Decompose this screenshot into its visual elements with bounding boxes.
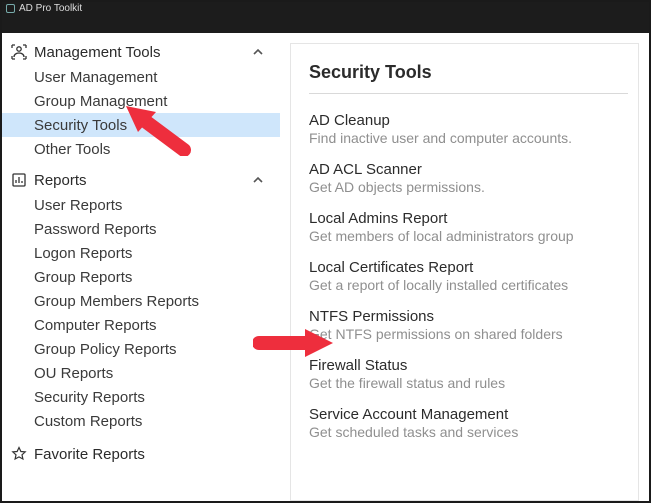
tool-desc: Get members of local administrators grou… — [309, 228, 628, 244]
sidebar-item-group-management[interactable]: Group Management — [2, 89, 280, 113]
window-title: AD Pro Toolkit — [19, 2, 82, 15]
reports-icon — [10, 171, 28, 189]
nav-label: Other Tools — [34, 141, 110, 158]
nav-label: Password Reports — [34, 221, 157, 238]
sidebar-item-user-reports[interactable]: User Reports — [2, 193, 280, 217]
chevron-up-icon — [252, 174, 264, 186]
star-icon — [10, 445, 28, 463]
sidebar-group-reports[interactable]: Reports — [2, 167, 280, 193]
sidebar-item-computer-reports[interactable]: Computer Reports — [2, 313, 280, 337]
nav-label: Custom Reports — [34, 413, 142, 430]
chevron-up-icon — [252, 46, 264, 58]
nav-label: Group Policy Reports — [34, 341, 177, 358]
main-panel: Security Tools AD Cleanup Find inactive … — [290, 43, 639, 501]
app-icon — [6, 4, 15, 13]
tool-service-account-management[interactable]: Service Account Management Get scheduled… — [309, 406, 628, 440]
tool-title: AD Cleanup — [309, 112, 628, 129]
sidebar-item-security-reports[interactable]: Security Reports — [2, 385, 280, 409]
sidebar-item-ou-reports[interactable]: OU Reports — [2, 361, 280, 385]
tool-title: Service Account Management — [309, 406, 628, 423]
tool-title: Local Certificates Report — [309, 259, 628, 276]
nav-label: Computer Reports — [34, 317, 157, 334]
sidebar-item-user-management[interactable]: User Management — [2, 65, 280, 89]
sidebar-item-group-reports[interactable]: Group Reports — [2, 265, 280, 289]
favorites-label: Favorite Reports — [34, 446, 145, 463]
tool-ad-cleanup[interactable]: AD Cleanup Find inactive user and comput… — [309, 112, 628, 146]
sidebar-favorite-reports[interactable]: Favorite Reports — [2, 439, 280, 469]
tool-firewall-status[interactable]: Firewall Status Get the firewall status … — [309, 357, 628, 391]
nav-label: Group Reports — [34, 269, 132, 286]
sidebar-item-custom-reports[interactable]: Custom Reports — [2, 409, 280, 433]
tool-desc: Get the firewall status and rules — [309, 375, 628, 391]
sidebar-item-group-policy-reports[interactable]: Group Policy Reports — [2, 337, 280, 361]
nav-label: Group Management — [34, 93, 167, 110]
sidebar-item-logon-reports[interactable]: Logon Reports — [2, 241, 280, 265]
sidebar-item-password-reports[interactable]: Password Reports — [2, 217, 280, 241]
nav-label: Security Reports — [34, 389, 145, 406]
nav-label: Security Tools — [34, 117, 127, 134]
tool-title: Firewall Status — [309, 357, 628, 374]
mgmt-icon — [10, 43, 28, 61]
tool-desc: Get NTFS permissions on shared folders — [309, 326, 628, 342]
tool-desc: Get a report of locally installed certif… — [309, 277, 628, 293]
tool-desc: Find inactive user and computer accounts… — [309, 130, 628, 146]
sidebar-item-other-tools[interactable]: Other Tools — [2, 137, 280, 161]
ribbon-area — [2, 15, 649, 33]
tool-desc: Get scheduled tasks and services — [309, 424, 628, 440]
nav-label: Logon Reports — [34, 245, 132, 262]
tool-ntfs-permissions[interactable]: NTFS Permissions Get NTFS permissions on… — [309, 308, 628, 342]
page-title: Security Tools — [309, 62, 628, 94]
tool-ad-acl-scanner[interactable]: AD ACL Scanner Get AD objects permission… — [309, 161, 628, 195]
sidebar-item-group-members-reports[interactable]: Group Members Reports — [2, 289, 280, 313]
sidebar-item-security-tools[interactable]: Security Tools — [2, 113, 280, 137]
sidebar-group-label: Reports — [34, 172, 252, 189]
sidebar-group-management-tools[interactable]: Management Tools — [2, 39, 280, 65]
tool-title: AD ACL Scanner — [309, 161, 628, 178]
tool-title: Local Admins Report — [309, 210, 628, 227]
content-area: Management Tools User Management Group M… — [2, 33, 649, 501]
nav-label: User Reports — [34, 197, 122, 214]
nav-label: User Management — [34, 69, 157, 86]
tool-local-certificates-report[interactable]: Local Certificates Report Get a report o… — [309, 259, 628, 293]
tool-local-admins-report[interactable]: Local Admins Report Get members of local… — [309, 210, 628, 244]
tool-title: NTFS Permissions — [309, 308, 628, 325]
nav-label: OU Reports — [34, 365, 113, 382]
nav-label: Group Members Reports — [34, 293, 199, 310]
sidebar: Management Tools User Management Group M… — [2, 33, 280, 501]
sidebar-group-label: Management Tools — [34, 44, 252, 61]
tool-desc: Get AD objects permissions. — [309, 179, 628, 195]
window-titlebar: AD Pro Toolkit — [2, 2, 649, 15]
